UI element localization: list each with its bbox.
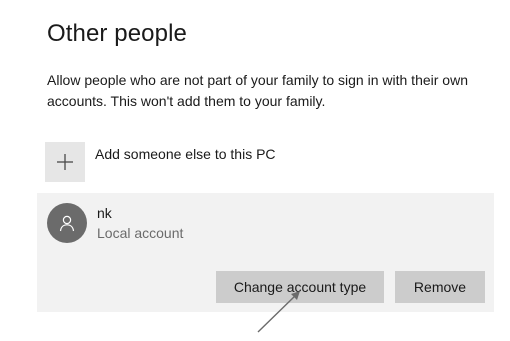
page-title: Other people [47, 20, 187, 47]
add-user-button[interactable] [45, 142, 85, 182]
account-type: Local account [97, 225, 184, 241]
settings-page: Other people Allow people who are not pa… [0, 0, 510, 341]
remove-button[interactable]: Remove [395, 271, 485, 303]
person-icon [59, 215, 75, 232]
page-description: Allow people who are not part of your fa… [47, 72, 468, 109]
account-name: nk [97, 205, 112, 221]
avatar [47, 203, 87, 243]
add-user-label[interactable]: Add someone else to this PC [95, 146, 276, 162]
add-someone-else-row[interactable]: Add someone else to this PC [45, 142, 276, 182]
plus-icon [57, 154, 73, 170]
annotation-arrow-icon [257, 291, 300, 333]
